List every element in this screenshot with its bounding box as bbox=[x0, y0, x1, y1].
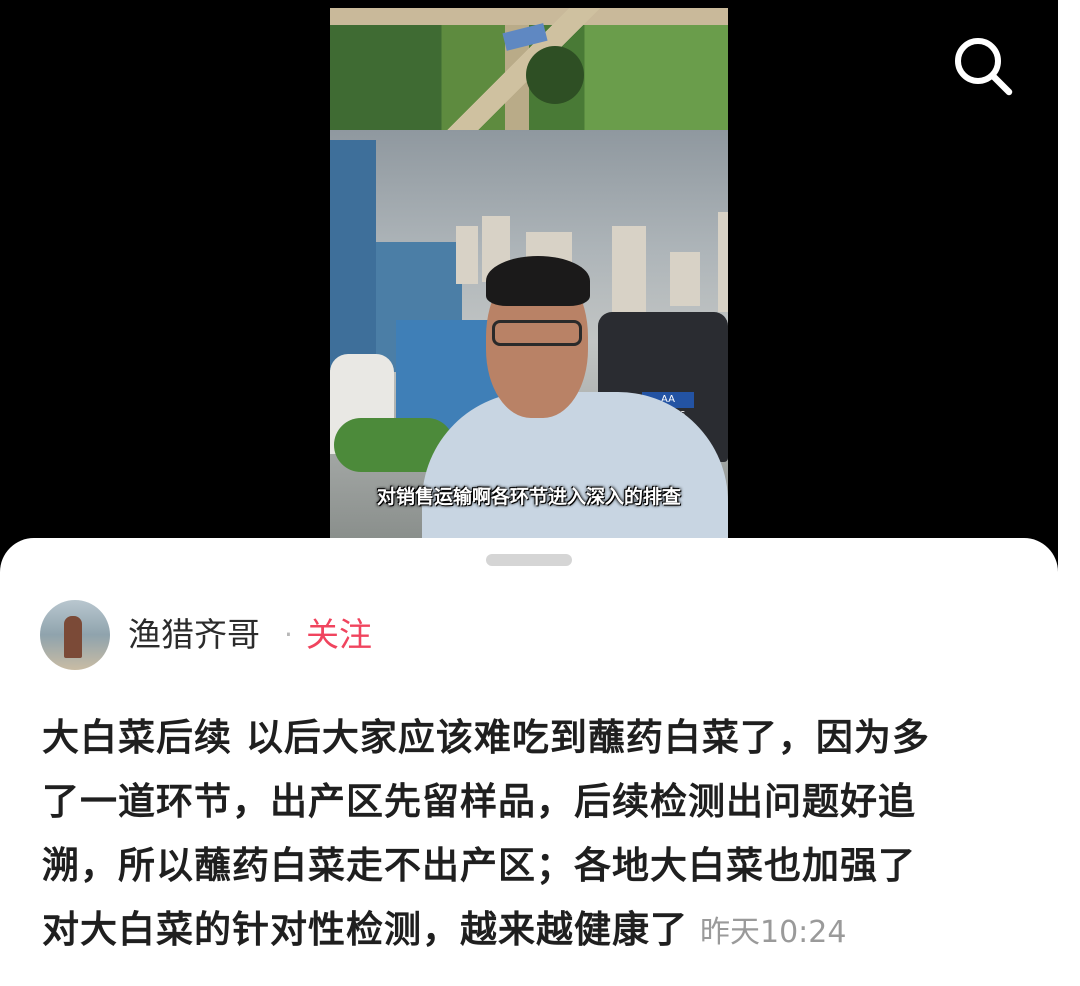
blue-roof-building bbox=[502, 23, 548, 51]
aerial-farmland-image bbox=[330, 8, 728, 130]
apartment-tower bbox=[612, 226, 646, 314]
post-text: 大白菜后续 以后大家应该难吃到蘸药白菜了，因为多 了一道环节，出产区先留样品，后… bbox=[42, 706, 1042, 965]
post-line-text: 对大白菜的针对性检测，越来越健康了 bbox=[42, 908, 688, 951]
post-line: 大白菜后续 以后大家应该难吃到蘸药白菜了，因为多 bbox=[42, 716, 930, 759]
follow-button[interactable]: 关注 bbox=[306, 612, 372, 658]
apartment-tower bbox=[456, 226, 478, 284]
presenter-shirt bbox=[422, 392, 728, 538]
market-street-image: AA W78T6 对销售运输啊各环节进入深入的排查 bbox=[330, 130, 728, 538]
post-line: 了一道环节，出产区先留样品，后续检测出问题好追 bbox=[42, 780, 916, 823]
video-frame[interactable]: AA W78T6 对销售运输啊各环节进入深入的排查 bbox=[330, 8, 728, 538]
edge-strip bbox=[1058, 0, 1080, 986]
apartment-tower bbox=[718, 212, 728, 312]
post-timestamp: 昨天10:24 bbox=[700, 915, 847, 950]
presenter-glasses bbox=[492, 320, 582, 346]
apartment-tower bbox=[670, 252, 700, 306]
presenter-hair bbox=[486, 256, 590, 306]
separator-dot: · bbox=[284, 618, 293, 651]
blue-building bbox=[330, 140, 376, 370]
post-line: 溯，所以蘸药白菜走不出产区；各地大白菜也加强了 bbox=[42, 844, 916, 887]
video-player[interactable]: AA W78T6 对销售运输啊各环节进入深入的排查 bbox=[0, 0, 1058, 600]
search-icon bbox=[955, 38, 1013, 96]
screen: AA W78T6 对销售运输啊各环节进入深入的排查 渔猎齐哥 · 关注 大白菜后… bbox=[0, 0, 1080, 986]
sheet-drag-handle[interactable] bbox=[486, 554, 572, 566]
search-button[interactable] bbox=[946, 30, 1018, 102]
author-avatar[interactable] bbox=[40, 600, 110, 670]
post-line-last: 对大白菜的针对性检测，越来越健康了 昨天10:24 bbox=[42, 898, 1042, 965]
video-subtitle: 对销售运输啊各环节进入深入的排查 bbox=[376, 486, 681, 508]
avatar-figure bbox=[64, 616, 82, 658]
tree-cluster bbox=[526, 46, 584, 104]
author-name[interactable]: 渔猎齐哥 bbox=[128, 612, 260, 658]
